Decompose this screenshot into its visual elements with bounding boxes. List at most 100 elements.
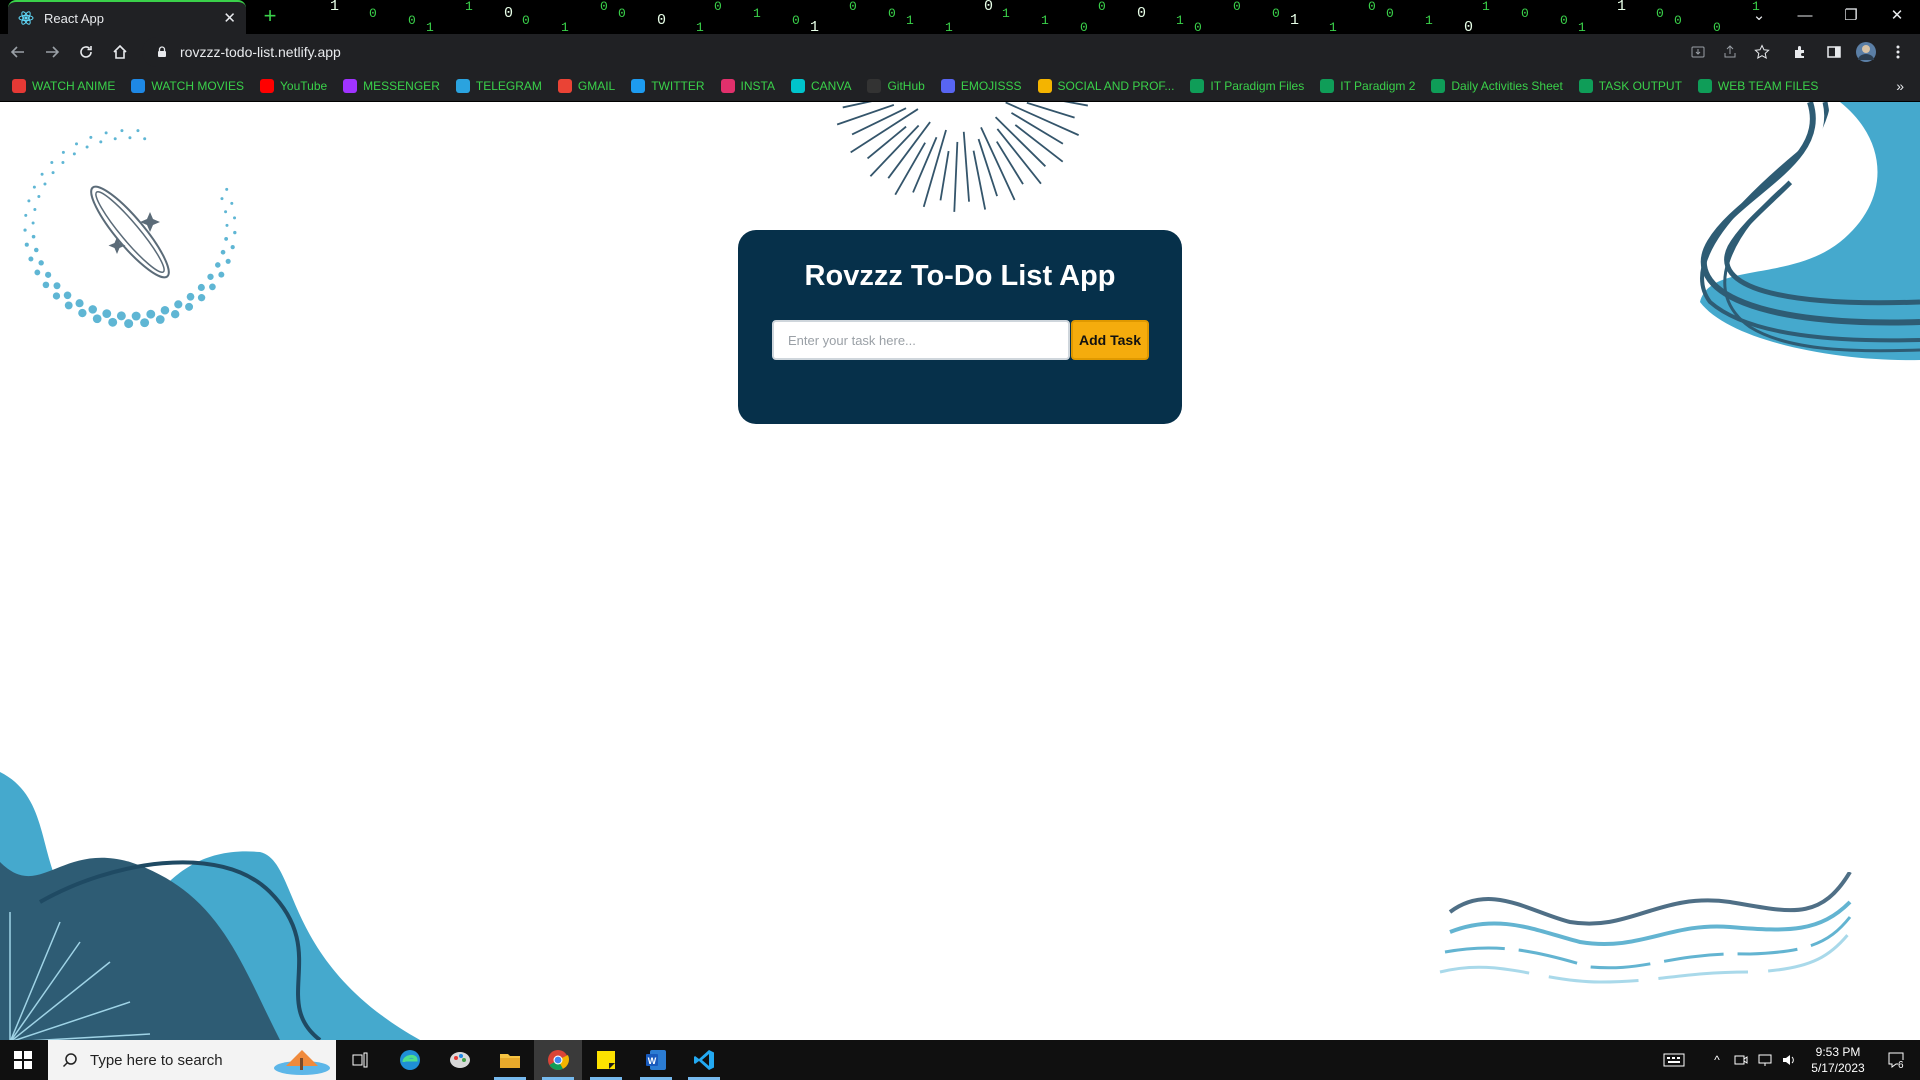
bookmark-item[interactable]: IT Paradigm Files xyxy=(1190,78,1304,93)
edge-app[interactable] xyxy=(386,1040,434,1080)
arrow-left-icon xyxy=(10,46,24,58)
minimize-icon[interactable]: — xyxy=(1782,0,1828,30)
emoji-icon xyxy=(940,78,955,93)
back-button[interactable] xyxy=(2,36,34,68)
arrow-right-icon xyxy=(46,46,60,58)
add-task-button[interactable]: Add Task xyxy=(1071,320,1149,360)
bookmark-item[interactable]: TELEGRAM xyxy=(455,78,542,93)
matrix-digit: 1 xyxy=(696,20,704,34)
reload-button[interactable] xyxy=(70,36,102,68)
matrix-digit: 1 xyxy=(1617,0,1626,15)
tab-search-icon[interactable]: ⌄ xyxy=(1736,0,1782,30)
network-icon[interactable] xyxy=(1754,1040,1776,1080)
palette-icon xyxy=(450,1052,470,1068)
matrix-digit: 0 xyxy=(849,0,857,14)
bookmark-item[interactable]: YouTube xyxy=(260,78,328,93)
matrix-digit: 1 xyxy=(465,0,473,14)
matrix-digit: 1 xyxy=(1578,20,1586,34)
vscode-app[interactable] xyxy=(680,1040,728,1080)
matrix-digit: 0 xyxy=(1137,5,1146,22)
youtube-icon xyxy=(260,78,275,93)
matrix-digit: 0 xyxy=(504,5,513,22)
twitter-icon xyxy=(631,78,646,93)
tray-chevron-icon[interactable]: ^ xyxy=(1706,1040,1728,1080)
extensions-icon[interactable] xyxy=(1786,37,1814,67)
tab-close-icon[interactable]: ✕ xyxy=(223,9,236,27)
windows-taskbar: Type here to search W ^ 9:53 PM 5/17/202… xyxy=(0,1040,1920,1080)
bookmark-label: MESSENGER xyxy=(363,78,440,93)
new-tab-button[interactable]: + xyxy=(256,4,284,30)
matrix-digit: 1 xyxy=(1002,6,1010,21)
close-window-icon[interactable]: ✕ xyxy=(1874,0,1920,30)
matrix-digit: 1 xyxy=(1290,12,1299,29)
bookmark-label: TELEGRAM xyxy=(475,78,542,93)
matrix-digit: 0 xyxy=(1272,6,1280,21)
file-explorer-app[interactable] xyxy=(486,1040,534,1080)
bookmark-label: TASK OUTPUT xyxy=(1598,78,1682,93)
matrix-digit: 0 xyxy=(618,6,626,21)
bookmark-item[interactable]: CANVA xyxy=(791,78,851,93)
matrix-digit: 1 xyxy=(945,20,953,34)
windows-logo-icon xyxy=(14,1051,32,1069)
tab-react-app[interactable]: React App ✕ xyxy=(8,0,246,34)
bookmark-label: GitHub xyxy=(887,78,925,93)
notification-center-button[interactable]: 6 xyxy=(1876,1040,1916,1080)
paint-app[interactable] xyxy=(436,1040,484,1080)
bookmark-item[interactable]: WATCH MOVIES xyxy=(131,78,245,93)
matrix-digit: 1 xyxy=(426,20,434,34)
system-clock[interactable]: 9:53 PM 5/17/2023 xyxy=(1798,1044,1878,1076)
home-button[interactable] xyxy=(104,36,136,68)
bookmarks-bar: WATCH ANIME WATCH MOVIES YouTube MESSENGER T… xyxy=(0,70,1920,102)
bookmark-label: WEB TEAM FILES xyxy=(1717,78,1819,93)
side-panel-icon[interactable] xyxy=(1820,37,1848,67)
matrix-background: 1 0 0 11 0 0 10 0 0 10 1 0 10 0 1 10 1 1 00 0 1 00 0 1 10 0 1 01 0 0 1… xyxy=(330,0,1760,34)
wave-top-right-decoration xyxy=(1700,102,1920,361)
share-icon[interactable] xyxy=(1716,37,1744,67)
bookmark-item[interactable]: WATCH ANIME xyxy=(12,78,115,93)
start-button[interactable] xyxy=(0,1040,46,1080)
page-content: Rovzzz To-Do List App Add Task xyxy=(0,102,1920,1040)
sticky-notes-app[interactable] xyxy=(582,1040,630,1080)
bookmark-label: TWITTER xyxy=(651,78,705,93)
bookmark-label: WATCH MOVIES xyxy=(151,78,245,93)
bookmark-item[interactable]: IT Paradigm 2 xyxy=(1320,78,1415,93)
address-bar[interactable]: rovzzz-todo-list.netlify.app xyxy=(142,37,1762,67)
bookmark-item[interactable]: INSTA xyxy=(720,78,775,93)
browser-toolbar: rovzzz-todo-list.netlify.app xyxy=(0,34,1920,70)
svg-text:W: W xyxy=(648,1056,657,1066)
more-bookmarks-icon[interactable]: » xyxy=(1896,78,1904,94)
tab-strip: 1001100100010101001101100010001100101001… xyxy=(0,0,1920,34)
profile-avatar[interactable] xyxy=(1852,37,1880,67)
matrix-digit: 1 xyxy=(810,19,819,34)
bookmark-item[interactable]: Daily Activities Sheet xyxy=(1431,78,1563,93)
word-app[interactable]: W xyxy=(632,1040,680,1080)
bookmark-star-icon[interactable] xyxy=(1748,37,1776,67)
bookmark-label: Daily Activities Sheet xyxy=(1451,78,1563,93)
bookmark-item[interactable]: TASK OUTPUT xyxy=(1578,78,1682,93)
taskbar-search[interactable]: Type here to search xyxy=(48,1040,336,1080)
bookmark-item[interactable]: TWITTER xyxy=(631,78,705,93)
task-view-button[interactable] xyxy=(336,1040,384,1080)
bookmark-item[interactable]: GMAIL xyxy=(557,78,615,93)
bookmark-item[interactable]: GitHub xyxy=(867,78,925,93)
bookmark-item[interactable]: MESSENGER xyxy=(343,78,440,93)
bookmark-item[interactable]: SOCIAL AND PROF... xyxy=(1037,78,1174,93)
matrix-digit: 0 xyxy=(714,0,722,14)
sunburst-decoration xyxy=(836,102,1089,212)
meet-icon[interactable] xyxy=(1730,1040,1752,1080)
chrome-app[interactable] xyxy=(534,1040,582,1080)
restore-icon[interactable]: ❐ xyxy=(1828,0,1874,30)
volume-icon[interactable] xyxy=(1778,1040,1800,1080)
bookmark-label: YouTube xyxy=(280,78,328,93)
bookmark-item[interactable]: EMOJISSS xyxy=(940,78,1022,93)
menu-kebab-icon[interactable] xyxy=(1884,37,1912,67)
forward-button[interactable] xyxy=(36,36,68,68)
lock-icon xyxy=(158,46,166,57)
app-title: Rovzzz To-Do List App xyxy=(804,260,1116,292)
keyboard-layout-icon[interactable] xyxy=(1656,1040,1692,1080)
task-input[interactable] xyxy=(772,320,1070,360)
bookmark-item[interactable]: WEB TEAM FILES xyxy=(1697,78,1819,93)
matrix-digit: 0 xyxy=(1098,0,1106,14)
install-icon[interactable] xyxy=(1684,37,1712,67)
gmail-icon xyxy=(557,78,572,93)
